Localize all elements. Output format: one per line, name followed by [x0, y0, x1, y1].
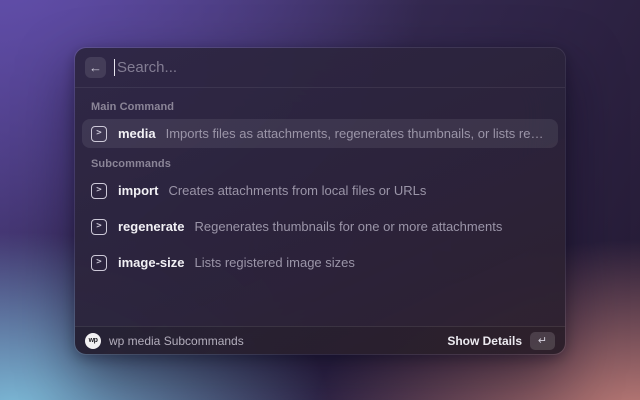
- command-description: Lists registered image sizes: [194, 255, 354, 270]
- command-row-image-size[interactable]: > image-size Lists registered image size…: [82, 248, 558, 277]
- terminal-prompt-icon: >: [91, 255, 107, 271]
- results-list: Main Command > media Imports files as at…: [75, 88, 565, 326]
- command-name: import: [118, 183, 158, 198]
- section-title-subcommands: Subcommands: [82, 151, 558, 176]
- footer-bar: wp wp media Subcommands Show Details ↵: [75, 326, 565, 354]
- wp-cli-logo-icon: wp: [85, 333, 101, 349]
- show-details-button[interactable]: Show Details ↵: [447, 332, 555, 350]
- back-arrow-icon: ←: [89, 60, 102, 75]
- search-bar: ←: [75, 48, 565, 88]
- desktop-background: { "win": { "search": { "placeholder": "S…: [0, 0, 640, 400]
- command-row-regenerate[interactable]: > regenerate Regenerates thumbnails for …: [82, 212, 558, 241]
- command-description: Imports files as attachments, regenerate…: [166, 126, 549, 141]
- back-button[interactable]: ←: [85, 57, 106, 78]
- command-row-import[interactable]: > import Creates attachments from local …: [82, 176, 558, 205]
- return-key-icon: ↵: [530, 332, 555, 350]
- command-name: image-size: [118, 255, 184, 270]
- command-description: Regenerates thumbnails for one or more a…: [194, 219, 502, 234]
- command-name: media: [118, 126, 156, 141]
- terminal-prompt-icon: >: [91, 126, 107, 142]
- command-name: regenerate: [118, 219, 184, 234]
- search-input[interactable]: [115, 59, 555, 76]
- command-description: Creates attachments from local files or …: [168, 183, 426, 198]
- command-row-media[interactable]: > media Imports files as attachments, re…: [82, 119, 558, 148]
- terminal-prompt-icon: >: [91, 219, 107, 235]
- section-title-main-command: Main Command: [82, 94, 558, 119]
- footer-breadcrumb: wp media Subcommands: [109, 334, 244, 348]
- wp-logo-text: wp: [89, 337, 98, 344]
- show-details-label: Show Details: [447, 334, 522, 348]
- terminal-prompt-icon: >: [91, 183, 107, 199]
- command-palette-window: ← Main Command > media Imports files as …: [75, 48, 565, 354]
